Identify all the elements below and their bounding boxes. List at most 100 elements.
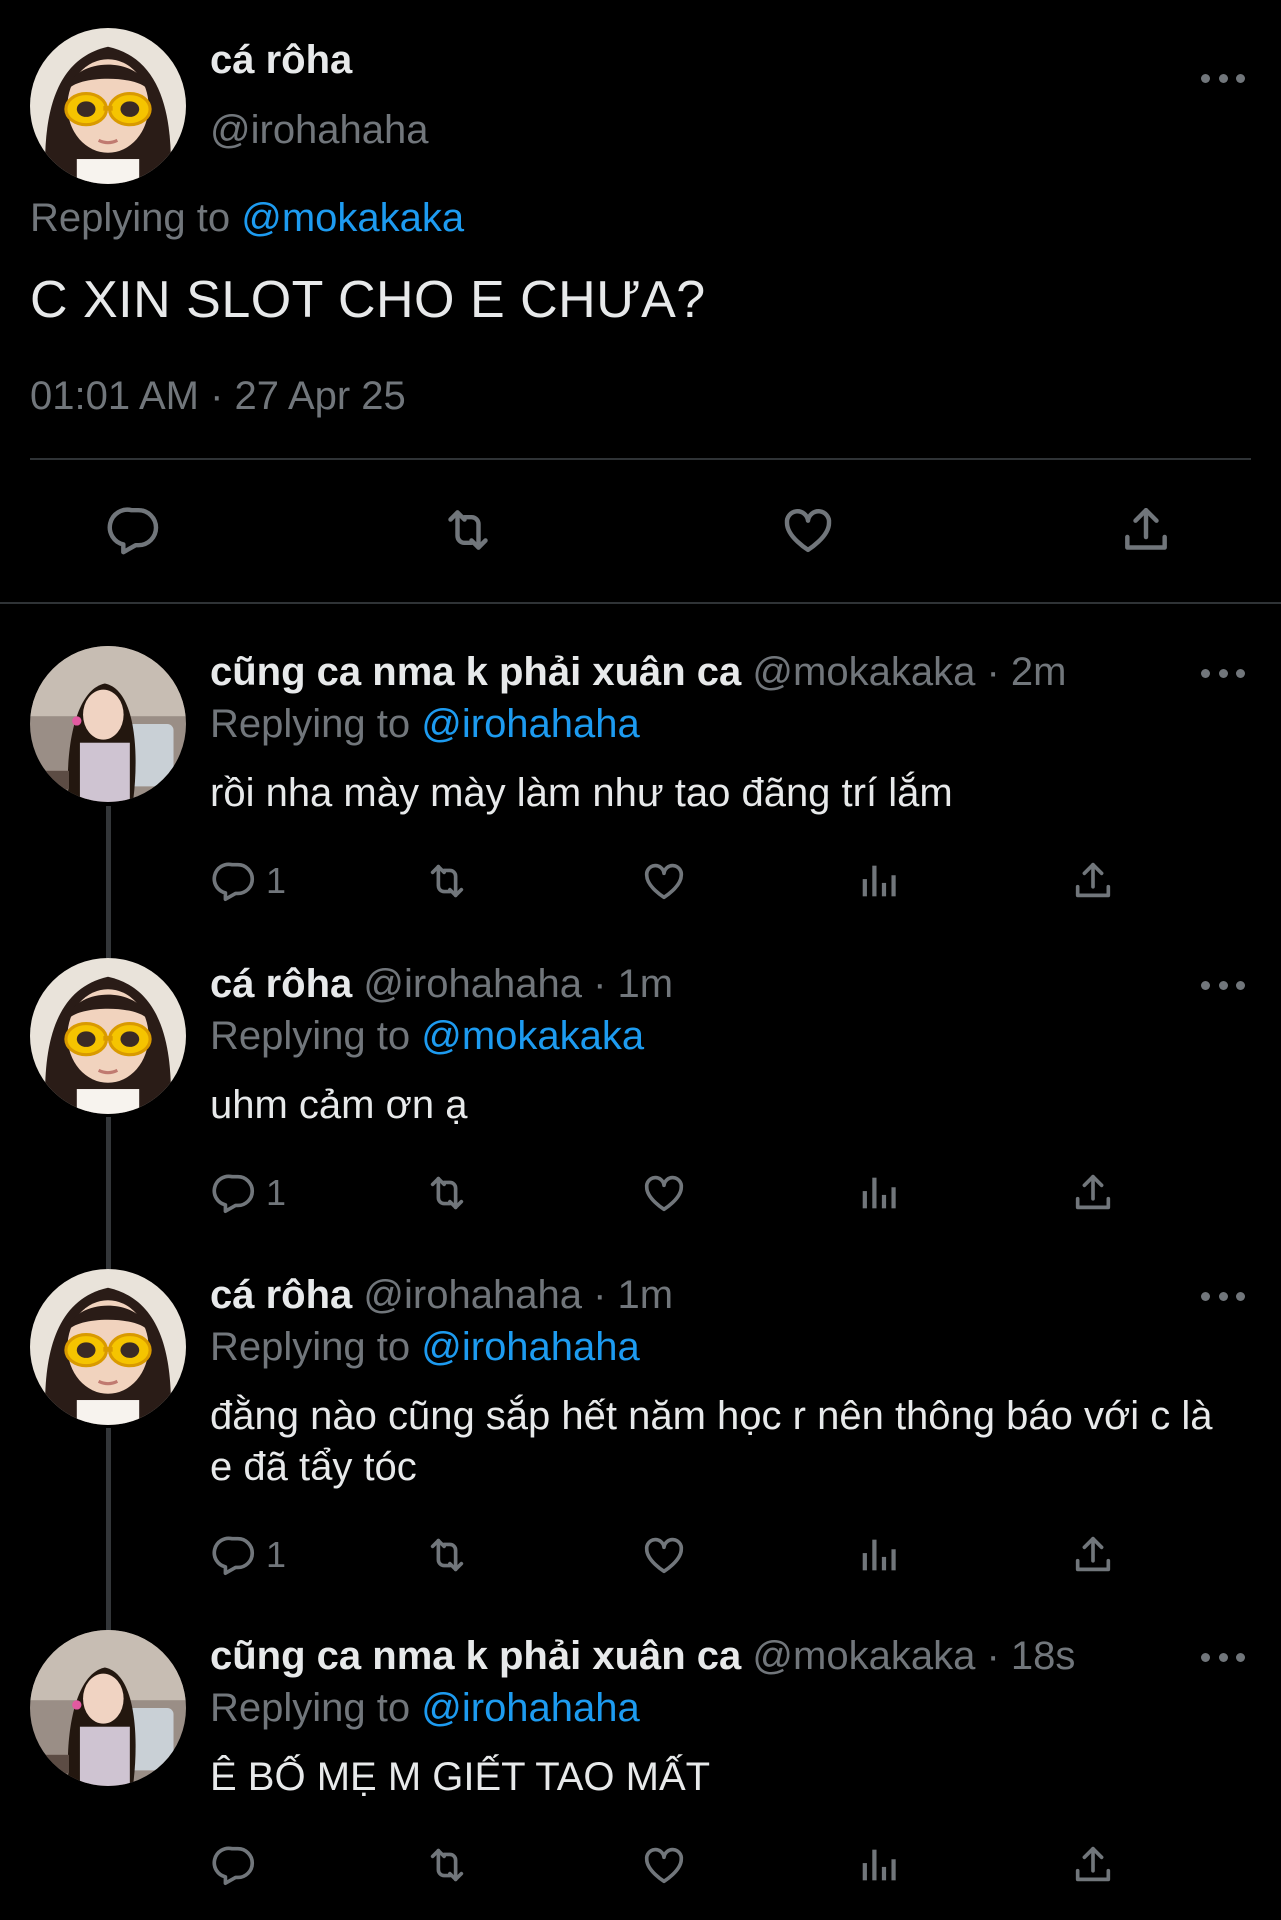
reply-button[interactable]: 1 xyxy=(212,1170,286,1216)
retweet-icon xyxy=(424,1170,470,1216)
tweet-time[interactable]: 1m xyxy=(618,962,674,1006)
separator-dot: · xyxy=(593,962,607,1006)
reply-header: cũng ca nma k phải xuân ca @mokakaka · 1… xyxy=(210,1634,1075,1679)
reply-icon xyxy=(212,1532,258,1578)
replying-to-link[interactable]: @mokakaka xyxy=(421,1014,644,1058)
divider xyxy=(0,602,1281,604)
share-button[interactable] xyxy=(1070,858,1116,904)
author-name[interactable]: cá rôha xyxy=(210,962,352,1006)
retweet-icon xyxy=(424,1532,470,1578)
like-button[interactable] xyxy=(641,1842,687,1888)
reply-avatar[interactable] xyxy=(30,1269,186,1425)
main-tweet-timestamp[interactable]: 01:01 AM · 27 Apr 25 xyxy=(30,374,406,419)
thread-line xyxy=(106,1117,111,1269)
replying-to-line: Replying to @irohahaha xyxy=(210,1325,640,1370)
tweet-text: uhm cảm ơn ạ xyxy=(210,1083,468,1127)
views-icon xyxy=(856,1532,902,1578)
author-handle[interactable]: @irohahaha xyxy=(363,1273,582,1317)
reply-icon xyxy=(212,858,258,904)
replying-to-link[interactable]: @irohahaha xyxy=(421,702,640,746)
replying-to-link[interactable]: @irohahaha xyxy=(421,1325,640,1369)
tweet-time[interactable]: 1m xyxy=(618,1273,674,1317)
replying-to-label: Replying to xyxy=(210,1686,411,1730)
separator-dot: · xyxy=(986,1634,1000,1678)
share-button[interactable] xyxy=(1070,1842,1116,1888)
like-button[interactable] xyxy=(641,1532,687,1578)
like-icon xyxy=(641,1532,687,1578)
views-button[interactable] xyxy=(856,1532,902,1578)
main-author-handle[interactable]: @irohahaha xyxy=(210,108,429,153)
replying-to-link[interactable]: @mokakaka xyxy=(241,196,464,240)
replying-to-line: Replying to @irohahaha xyxy=(210,702,640,747)
tweet-time[interactable]: 2m xyxy=(1011,650,1067,694)
views-icon xyxy=(856,1842,902,1888)
reply-header: cá rôha @irohahaha · 1m xyxy=(210,962,673,1007)
tweet-text: Ê BỐ MẸ M GIẾT TAO MẤT xyxy=(210,1755,711,1799)
divider xyxy=(30,458,1251,460)
share-button[interactable] xyxy=(1070,1170,1116,1216)
retweet-button[interactable] xyxy=(424,1842,470,1888)
more-options-button[interactable] xyxy=(1201,68,1245,88)
views-icon xyxy=(856,858,902,904)
retweet-button[interactable] xyxy=(440,502,496,558)
like-icon xyxy=(641,858,687,904)
retweet-button[interactable] xyxy=(424,858,470,904)
reply-button[interactable] xyxy=(212,1842,258,1888)
share-icon xyxy=(1118,502,1174,558)
reply-avatar[interactable] xyxy=(30,958,186,1114)
share-button[interactable] xyxy=(1118,502,1174,558)
more-options-button[interactable] xyxy=(1201,1647,1245,1667)
retweet-button[interactable] xyxy=(424,1170,470,1216)
like-button[interactable] xyxy=(641,858,687,904)
main-author-name[interactable]: cá rôha xyxy=(210,38,352,83)
views-button[interactable] xyxy=(856,1170,902,1216)
reply-icon xyxy=(212,1842,258,1888)
share-icon xyxy=(1070,1842,1116,1888)
reply-button[interactable] xyxy=(107,502,163,558)
replying-to-line: Replying to @mokakaka xyxy=(210,1014,644,1059)
like-icon xyxy=(780,502,836,558)
more-options-button[interactable] xyxy=(1201,975,1245,995)
more-options-button[interactable] xyxy=(1201,1286,1245,1306)
reply-count: 1 xyxy=(266,1172,287,1213)
tweet-time[interactable]: 18s xyxy=(1011,1634,1076,1678)
more-options-button[interactable] xyxy=(1201,663,1245,683)
thread-line xyxy=(106,1428,111,1630)
separator-dot: · xyxy=(593,1273,607,1317)
reply-avatar[interactable] xyxy=(30,1630,186,1786)
author-name[interactable]: cũng ca nma k phải xuân ca xyxy=(210,650,741,694)
reply-count: 1 xyxy=(266,1534,287,1575)
author-name[interactable]: cá rôha xyxy=(210,1273,352,1317)
main-avatar[interactable] xyxy=(30,28,186,184)
views-icon xyxy=(856,1170,902,1216)
retweet-button[interactable] xyxy=(424,1532,470,1578)
replying-to-line: Replying to @irohahaha xyxy=(210,1686,640,1731)
like-button[interactable] xyxy=(780,502,836,558)
like-icon xyxy=(641,1842,687,1888)
reply-button[interactable]: 1 xyxy=(212,858,286,904)
like-icon xyxy=(641,1170,687,1216)
tweet-text: đằng nào cũng sắp hết năm học r nên thôn… xyxy=(210,1394,1213,1489)
views-button[interactable] xyxy=(856,858,902,904)
author-handle[interactable]: @mokakaka xyxy=(752,650,975,694)
retweet-icon xyxy=(424,858,470,904)
tweet-text: rồi nha mày mày làm như tao đãng trí lắm xyxy=(210,771,953,815)
share-button[interactable] xyxy=(1070,1532,1116,1578)
reply-button[interactable]: 1 xyxy=(212,1532,286,1578)
reply-header: cá rôha @irohahaha · 1m xyxy=(210,1273,673,1318)
reply-avatar[interactable] xyxy=(30,646,186,802)
main-tweet-text: C XIN SLOT CHO E CHƯA? xyxy=(30,271,706,329)
replying-to-label: Replying to xyxy=(210,702,411,746)
thread-line xyxy=(106,806,111,958)
retweet-icon xyxy=(424,1842,470,1888)
reply-icon xyxy=(107,502,163,558)
share-icon xyxy=(1070,1170,1116,1216)
retweet-icon xyxy=(440,502,496,558)
views-button[interactable] xyxy=(856,1842,902,1888)
like-button[interactable] xyxy=(641,1170,687,1216)
author-name[interactable]: cũng ca nma k phải xuân ca xyxy=(210,1634,741,1678)
share-icon xyxy=(1070,858,1116,904)
replying-to-link[interactable]: @irohahaha xyxy=(421,1686,640,1730)
author-handle[interactable]: @irohahaha xyxy=(363,962,582,1006)
author-handle[interactable]: @mokakaka xyxy=(752,1634,975,1678)
